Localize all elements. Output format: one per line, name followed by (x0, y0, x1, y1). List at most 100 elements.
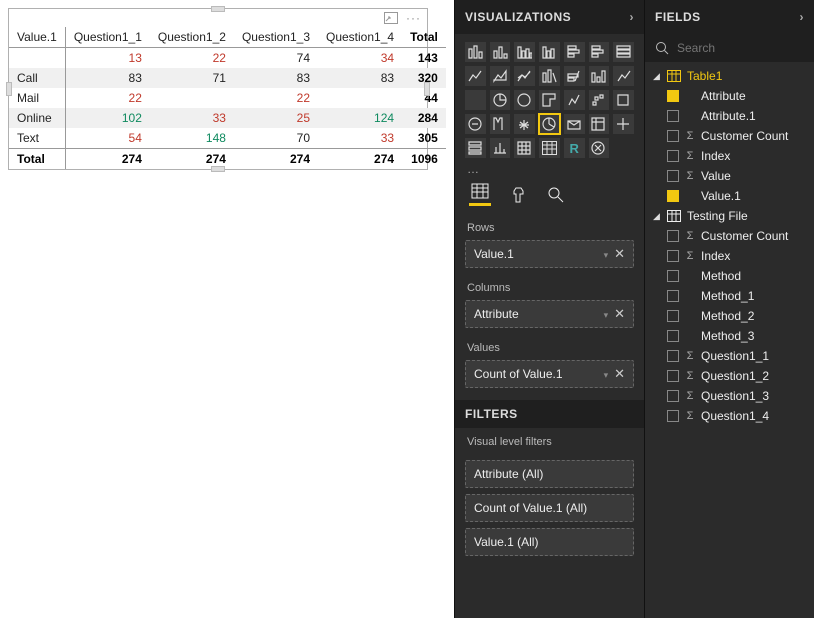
checkbox[interactable] (667, 410, 679, 422)
more-options-icon[interactable]: ··· (406, 11, 421, 25)
visual-type-33[interactable] (589, 138, 610, 158)
format-tab[interactable] (507, 184, 529, 206)
checkbox[interactable] (667, 390, 679, 402)
checkbox[interactable] (667, 110, 679, 122)
field-Attribute[interactable]: Attribute (645, 86, 814, 106)
chevron-right-icon[interactable]: › (800, 10, 805, 24)
visual-type-10[interactable] (539, 66, 560, 86)
remove-icon[interactable]: ✕ (614, 246, 625, 261)
filters-header[interactable]: FILTERS (455, 400, 644, 428)
pill-dropdown-icon[interactable]: ▾ (604, 310, 609, 320)
field-Method_1[interactable]: Method_1 (645, 286, 814, 306)
visual-type-1[interactable] (490, 42, 511, 62)
table-Table1[interactable]: ◢Table1 (645, 66, 814, 86)
checkbox[interactable] (667, 230, 679, 242)
visual-type-20[interactable] (613, 90, 634, 110)
visual-type-8[interactable] (490, 66, 511, 86)
chevron-right-icon[interactable]: › (630, 10, 635, 24)
visual-type-13[interactable] (613, 66, 634, 86)
sigma-icon: Σ (685, 150, 695, 162)
visual-type-25[interactable] (564, 114, 585, 134)
columns-well[interactable]: Attribute▾✕ (465, 300, 634, 328)
field-Index[interactable]: ΣIndex (645, 146, 814, 166)
table-Testing File[interactable]: ◢Testing File (645, 206, 814, 226)
checkbox[interactable] (667, 310, 679, 322)
resize-handle-bottom[interactable] (211, 166, 225, 172)
checkbox[interactable] (667, 150, 679, 162)
checkbox[interactable] (667, 170, 679, 182)
filter-item[interactable]: Count of Value.1 (All) (465, 494, 634, 522)
visual-type-6[interactable] (613, 42, 634, 62)
pill-dropdown-icon[interactable]: ▾ (604, 370, 609, 380)
visual-type-4[interactable] (564, 42, 585, 62)
remove-icon[interactable]: ✕ (614, 306, 625, 321)
search-field[interactable] (645, 34, 814, 62)
visual-type-21[interactable] (465, 114, 486, 134)
visual-type-23[interactable] (514, 114, 535, 134)
visual-type-7[interactable] (465, 66, 486, 86)
checkbox[interactable] (667, 130, 679, 142)
matrix-visual[interactable]: ··· Value.1Question1_1Question1_2Questio… (8, 8, 428, 170)
resize-handle-right[interactable] (424, 82, 430, 96)
visual-type-2[interactable] (514, 42, 535, 62)
field-Value[interactable]: ΣValue (645, 166, 814, 186)
visual-type-27[interactable] (613, 114, 634, 134)
field-Value.1[interactable]: Value.1 (645, 186, 814, 206)
values-well[interactable]: Count of Value.1▾✕ (465, 360, 634, 388)
analytics-tab[interactable] (545, 184, 567, 206)
visual-type-5[interactable] (589, 42, 610, 62)
visual-type-3[interactable] (539, 42, 560, 62)
field-Method[interactable]: Method (645, 266, 814, 286)
visual-type-15[interactable] (490, 90, 511, 110)
visual-type-18[interactable] (564, 90, 585, 110)
checkbox[interactable] (667, 190, 679, 202)
filter-item[interactable]: Value.1 (All) (465, 528, 634, 556)
fields-tab[interactable] (469, 184, 491, 206)
visual-type-11[interactable] (564, 66, 585, 86)
visual-type-14[interactable] (465, 90, 486, 110)
checkbox[interactable] (667, 90, 679, 102)
visual-type-26[interactable] (589, 114, 610, 134)
resize-handle-top[interactable] (211, 6, 225, 12)
field-Question1_4[interactable]: ΣQuestion1_4 (645, 406, 814, 426)
visual-type-31[interactable] (539, 138, 560, 158)
report-canvas[interactable]: ··· Value.1Question1_1Question1_2Questio… (0, 0, 454, 618)
checkbox[interactable] (667, 290, 679, 302)
field-Index[interactable]: ΣIndex (645, 246, 814, 266)
visual-type-30[interactable] (514, 138, 535, 158)
field-Method_3[interactable]: Method_3 (645, 326, 814, 346)
checkbox[interactable] (667, 370, 679, 382)
visual-type-17[interactable] (539, 90, 560, 110)
fields-header[interactable]: FIELDS › (645, 0, 814, 34)
visual-type-32[interactable]: R (564, 138, 585, 158)
search-input[interactable] (675, 40, 804, 56)
checkbox[interactable] (667, 250, 679, 262)
visual-type-22[interactable] (490, 114, 511, 134)
rows-well[interactable]: Value.1▾✕ (465, 240, 634, 268)
field-Customer Count[interactable]: ΣCustomer Count (645, 226, 814, 246)
checkbox[interactable] (667, 350, 679, 362)
checkbox[interactable] (667, 330, 679, 342)
checkbox[interactable] (667, 270, 679, 282)
field-Question1_3[interactable]: ΣQuestion1_3 (645, 386, 814, 406)
field-Customer Count[interactable]: ΣCustomer Count (645, 126, 814, 146)
field-Attribute.1[interactable]: Attribute.1 (645, 106, 814, 126)
visual-type-16[interactable] (514, 90, 535, 110)
more-visuals-icon[interactable]: … (455, 162, 644, 182)
filter-item[interactable]: Attribute (All) (465, 460, 634, 488)
visual-type-24[interactable] (539, 114, 560, 134)
focus-mode-icon[interactable] (384, 12, 398, 24)
visual-type-0[interactable] (465, 42, 486, 62)
visual-type-19[interactable] (589, 90, 610, 110)
resize-handle-left[interactable] (6, 82, 12, 96)
visual-type-29[interactable] (490, 138, 511, 158)
pill-dropdown-icon[interactable]: ▾ (604, 250, 609, 260)
visual-type-9[interactable] (514, 66, 535, 86)
visualizations-header[interactable]: VISUALIZATIONS › (455, 0, 644, 34)
field-Method_2[interactable]: Method_2 (645, 306, 814, 326)
field-Question1_1[interactable]: ΣQuestion1_1 (645, 346, 814, 366)
visual-type-28[interactable] (465, 138, 486, 158)
field-Question1_2[interactable]: ΣQuestion1_2 (645, 366, 814, 386)
remove-icon[interactable]: ✕ (614, 366, 625, 381)
visual-type-12[interactable] (589, 66, 610, 86)
